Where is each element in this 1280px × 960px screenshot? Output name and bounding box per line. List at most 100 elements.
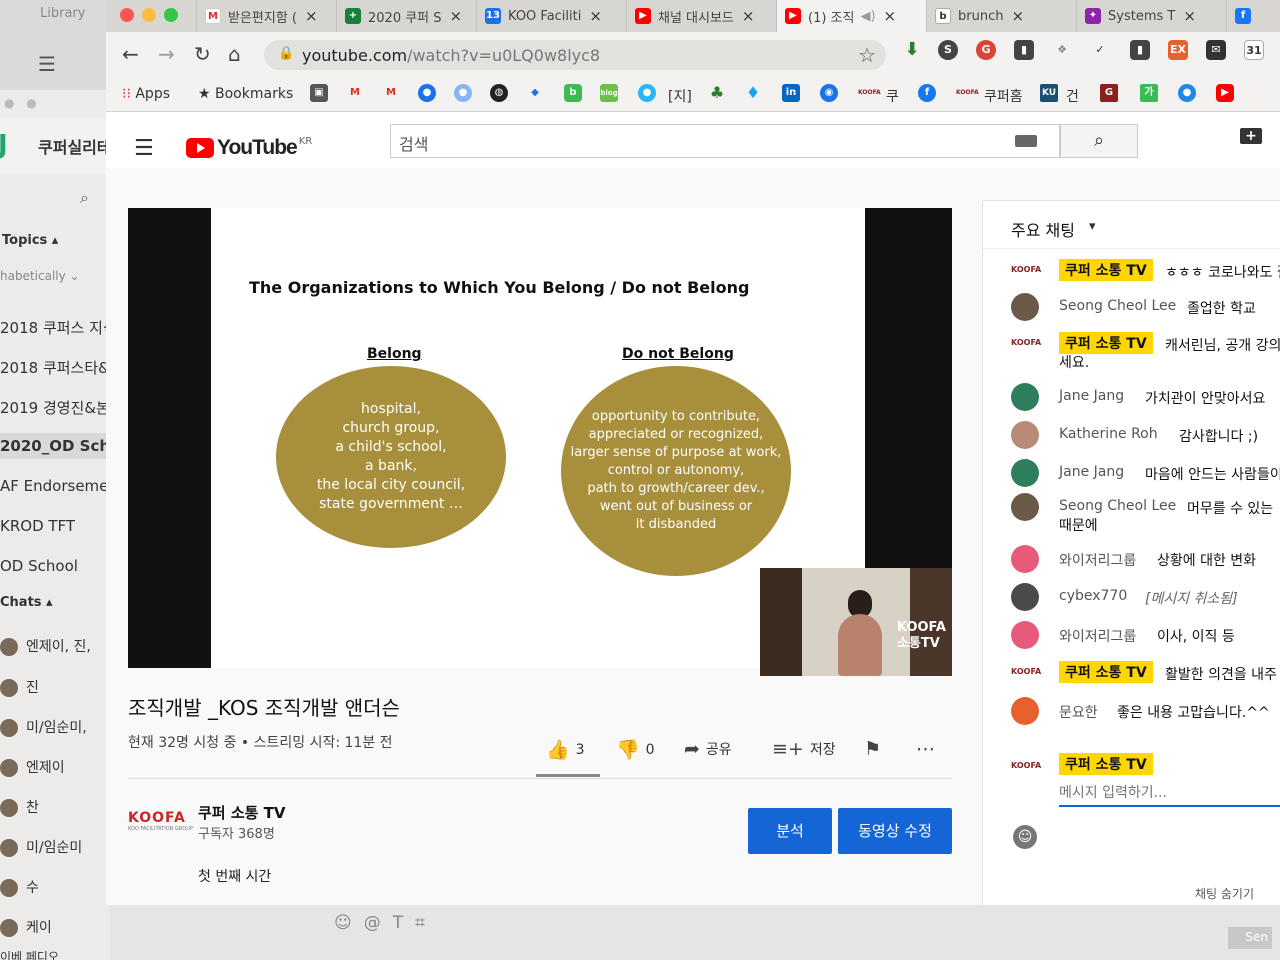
close-icon[interactable]: × xyxy=(450,7,463,25)
team-header[interactable]: J 쿠퍼실리테 xyxy=(0,118,110,174)
share-button[interactable]: ➦ 공유 xyxy=(684,738,732,760)
topic-item[interactable]: 2019 경영진&본 xyxy=(0,397,110,418)
facebook-icon[interactable]: f xyxy=(918,84,936,102)
chat-item[interactable]: 미/임순미, xyxy=(0,717,87,737)
search-button[interactable]: ⌕ xyxy=(1060,124,1138,158)
youtube-logo[interactable]: YouTube KR xyxy=(186,136,312,160)
sort-dropdown[interactable]: habetically ⌄ xyxy=(0,269,80,283)
minimize-window-button[interactable] xyxy=(142,8,156,22)
chat-item[interactable]: 케이 xyxy=(0,917,52,937)
reload-button[interactable]: ↻ xyxy=(194,42,211,66)
close-icon[interactable]: × xyxy=(1183,7,1196,25)
edit-video-button[interactable]: 동영상 수정 xyxy=(838,808,952,854)
create-video-icon[interactable]: + xyxy=(1240,128,1262,144)
hide-chat-button[interactable]: 채팅 숨기기 xyxy=(1195,885,1254,902)
bookmark-ge-icon[interactable]: G xyxy=(1100,84,1118,102)
bookmark-circle-icon[interactable]: ◉ xyxy=(820,84,838,102)
bookmarks-folder[interactable]: ★ Bookmarks xyxy=(198,86,293,102)
chat-mode-label[interactable]: 주요 채팅 xyxy=(1011,217,1075,241)
more-actions-button[interactable]: ⋯ xyxy=(916,738,935,760)
close-window-button[interactable] xyxy=(120,8,134,22)
forward-button[interactable]: → xyxy=(158,42,175,66)
topic-item-selected[interactable]: 2020_OD Scho xyxy=(0,433,110,459)
close-icon[interactable]: × xyxy=(589,7,602,25)
bookmark-geon[interactable]: 건 xyxy=(1066,86,1079,106)
chat-item[interactable]: 진 xyxy=(0,677,39,697)
chat-message-input[interactable] xyxy=(1059,785,1280,807)
topic-item[interactable]: KROD TFT xyxy=(0,517,75,535)
keyboard-icon[interactable] xyxy=(1015,135,1037,147)
chat-item[interactable]: 엔제이, 진, xyxy=(0,636,91,656)
send-button[interactable]: Sen xyxy=(1228,927,1272,949)
topic-item[interactable]: 2018 쿠퍼스 지식 xyxy=(0,317,110,338)
contacts-icon[interactable]: ● xyxy=(418,84,436,102)
check-icon[interactable]: ✓ xyxy=(1090,40,1110,60)
chat-item[interactable]: 엔제이 xyxy=(0,757,65,777)
dislike-button[interactable]: 👎 0 xyxy=(616,738,655,761)
dropdown-caret-icon[interactable]: ▾ xyxy=(1089,219,1096,234)
video-player[interactable]: The Organizations to Which You Belong / … xyxy=(128,208,952,676)
gmail-icon[interactable]: M xyxy=(382,84,400,102)
audio-icon[interactable]: ◀) xyxy=(860,9,875,24)
tab-calendar[interactable]: 13 KOO Faciliti × xyxy=(476,0,626,32)
topic-item[interactable]: OD School xyxy=(0,557,78,575)
analytics-button[interactable]: 분석 xyxy=(748,808,832,854)
hamburger-menu-icon[interactable]: ☰ xyxy=(134,136,154,161)
extension-bar-icon[interactable]: ▮ xyxy=(1014,40,1034,60)
close-icon[interactable]: × xyxy=(305,7,318,25)
bookmark-ga-icon[interactable]: 가 xyxy=(1140,84,1158,102)
bookmark-kuperhome[interactable]: 쿠퍼홈 xyxy=(984,86,1023,106)
search-input[interactable]: 검색 xyxy=(390,124,1060,158)
report-button[interactable]: ⚑ xyxy=(864,738,881,760)
tab-sheets[interactable]: +2020 쿠퍼 S × xyxy=(336,0,476,32)
like-button[interactable]: 👍 3 xyxy=(546,738,585,761)
chats-header[interactable]: Chats ▴ xyxy=(0,595,53,610)
linkedin-icon[interactable]: in xyxy=(782,84,800,102)
save-button[interactable]: ≡+ 저장 xyxy=(772,738,836,760)
tab-systems[interactable]: ✦ Systems T × xyxy=(1076,0,1226,32)
dropbox-icon[interactable]: ❖ xyxy=(1052,40,1072,60)
extension-dark-icon[interactable]: ▮ xyxy=(1130,40,1150,60)
tab-brunch[interactable]: b brunch × xyxy=(926,0,1076,32)
globe-icon[interactable]: ◍ xyxy=(490,84,508,102)
close-icon[interactable]: × xyxy=(742,7,755,25)
gmail-icon[interactable]: M xyxy=(346,84,364,102)
apps-bookmark[interactable]: ⁝⁝ Apps xyxy=(122,86,170,102)
koofa-icon[interactable]: KOOFA xyxy=(956,84,979,102)
close-icon[interactable]: × xyxy=(1011,7,1024,25)
channel-name[interactable]: 쿠퍼 소통 TV xyxy=(198,802,286,823)
bookmark-icon[interactable]: ▣ xyxy=(310,84,328,102)
extension-ex-icon[interactable]: EX xyxy=(1168,40,1188,60)
address-bar[interactable]: 🔒 youtube.com/watch?v=u0LQ0w8lyc8 ☆ xyxy=(264,40,886,70)
chat-item[interactable]: 찬 xyxy=(0,797,39,817)
extension-s-icon[interactable]: S xyxy=(938,40,958,60)
twitter-icon[interactable]: ♦ xyxy=(744,84,762,102)
google-plus-icon[interactable]: G xyxy=(976,40,996,60)
maximize-window-button[interactable] xyxy=(164,8,178,22)
back-button[interactable]: ← xyxy=(122,42,139,66)
topics-header[interactable]: Topics ▴ xyxy=(2,233,58,248)
chat-item[interactable]: 수 xyxy=(0,877,39,897)
bookmark-icon[interactable]: ● xyxy=(454,84,472,102)
menu-icon[interactable]: ☰ xyxy=(38,52,56,76)
channel-avatar[interactable]: KOOFA KOO FACILITATION GROUP xyxy=(128,810,193,832)
bookmark-b-icon[interactable]: b xyxy=(564,84,582,102)
blog-icon[interactable]: blog xyxy=(600,84,618,102)
lock-icon[interactable]: 🔒 xyxy=(278,46,294,61)
tab-gmail[interactable]: M 받은편지함 (× xyxy=(196,0,336,32)
maps-icon[interactable]: ◆ xyxy=(526,84,544,102)
bookmark-sphere-icon[interactable]: ● xyxy=(1178,84,1196,102)
bookmark-drop-icon[interactable]: ● xyxy=(638,84,656,102)
topic-item[interactable]: AF Endorseme xyxy=(0,477,108,495)
close-icon[interactable]: × xyxy=(884,7,897,25)
tab-youtube-dashboard[interactable]: ▶ 채널 대시보드 × xyxy=(626,0,776,32)
tab-youtube-active[interactable]: ▶ (1) 조직 ◀) × xyxy=(776,0,926,32)
topic-item[interactable]: 2018 쿠퍼스타& xyxy=(0,357,110,378)
search-icon[interactable]: ⌕ xyxy=(80,188,89,208)
emoji-icon[interactable]: ☺ xyxy=(1013,825,1037,849)
chat-item[interactable]: 미/임순미 xyxy=(0,837,82,857)
calendar-ext-icon[interactable]: 31 xyxy=(1244,40,1264,60)
compose-tools[interactable]: ☺@T⌗ xyxy=(334,913,437,933)
ku-icon[interactable]: KU xyxy=(1040,84,1058,102)
messenger-icon[interactable]: ✉ xyxy=(1206,40,1226,60)
